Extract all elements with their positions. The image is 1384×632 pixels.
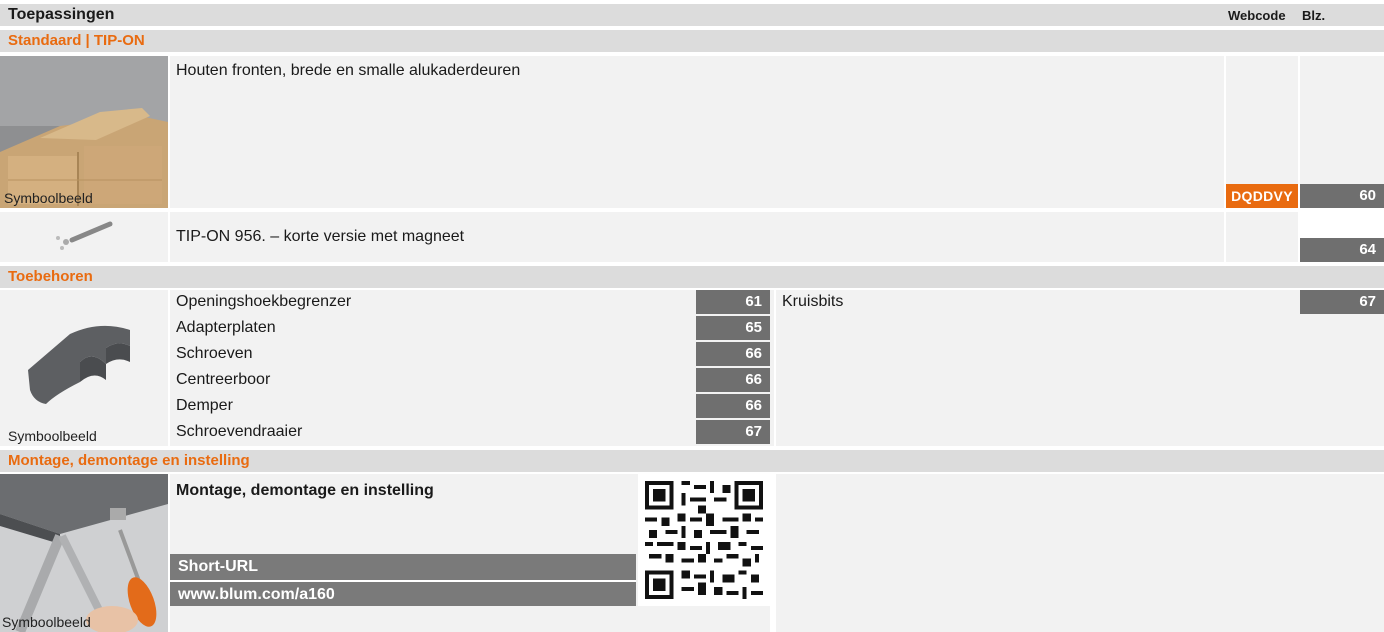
- image-caption: Symboolbeeld: [2, 614, 91, 630]
- list-item-label: Centreerboor: [176, 371, 271, 388]
- product-image-box: [0, 56, 168, 208]
- product-image-box: [0, 474, 168, 632]
- page-number-badge[interactable]: 66: [696, 394, 770, 418]
- page-number-badge[interactable]: 66: [696, 368, 770, 392]
- image-caption: Symboolbeeld: [8, 428, 97, 444]
- montage-extra-panel: [776, 474, 1384, 632]
- opening-angle-limiter-icon: [28, 325, 130, 404]
- list-item-label: Adapterplaten: [176, 319, 276, 336]
- product-image-box: [0, 290, 168, 446]
- table-header: [0, 4, 1384, 26]
- accessory-list-panel: [776, 290, 1384, 446]
- row-description: Houten fronten, brede en smalle alukader…: [176, 62, 521, 79]
- page-number-badge[interactable]: 65: [696, 316, 770, 340]
- mounting-photo-icon: [0, 474, 168, 632]
- list-item-label: Openingshoekbegrenzer: [176, 293, 352, 310]
- page-column-header: Blz.: [1302, 8, 1326, 23]
- page-number-badge[interactable]: 64: [1300, 238, 1384, 262]
- list-item-label: Schroevendraaier: [176, 423, 303, 440]
- list-item-label: Demper: [176, 397, 233, 414]
- image-caption: Symboolbeeld: [4, 190, 93, 206]
- tip-on-device-icon: [56, 221, 113, 250]
- list-item-label: Kruisbits: [782, 293, 844, 310]
- list-item-label: Schroeven: [176, 345, 253, 362]
- short-url-label: Short-URL: [170, 554, 636, 580]
- webcode-badge[interactable]: DQDDVY: [1226, 184, 1298, 208]
- page-number-badge[interactable]: 67: [1300, 290, 1384, 314]
- qr-code-icon[interactable]: [645, 481, 763, 599]
- section-toebehoren-title: Toebehoren: [0, 266, 1384, 288]
- webcode-column-header: Webcode: [1228, 8, 1286, 23]
- section-montage-title: Montage, demontage en instelling: [0, 450, 1384, 472]
- page-number-badge[interactable]: 61: [696, 290, 770, 314]
- section-standaard-title: Standaard | TIP-ON: [0, 30, 1384, 52]
- product-image-box: [0, 212, 168, 262]
- page-cell: [1300, 56, 1384, 184]
- page-number-badge[interactable]: 60: [1300, 184, 1384, 208]
- cabinet-photo-icon: [0, 56, 168, 208]
- page-number-badge[interactable]: 67: [696, 420, 770, 444]
- webcode-cell: [1226, 212, 1298, 262]
- row-description: TIP-ON 956. – korte versie met magneet: [176, 228, 465, 245]
- short-url-link[interactable]: www.blum.com/a160: [170, 580, 636, 606]
- page-number-badge[interactable]: 66: [696, 342, 770, 366]
- page-title: Toepassingen: [8, 6, 115, 23]
- montage-heading: Montage, demontage en instelling: [176, 482, 434, 499]
